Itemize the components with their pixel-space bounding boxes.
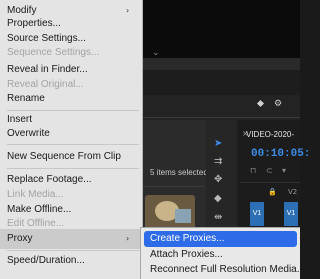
- track-toggle-v1[interactable]: V1: [284, 202, 298, 226]
- track-target-v1[interactable]: V1: [250, 202, 264, 226]
- snap-icon[interactable]: ⊓: [250, 166, 256, 175]
- menu-item-attach-proxies[interactable]: Attach Proxies...: [150, 247, 223, 263]
- menu-item-overwrite[interactable]: Overwrite: [7, 127, 50, 141]
- selection-count: 5 items selected: [150, 168, 208, 177]
- menu-item-link-media: Link Media...: [7, 189, 64, 200]
- chevron-right-icon: ›: [126, 6, 130, 15]
- clip-context-menu: Modify › Properties... Source Settings..…: [0, 0, 143, 279]
- menu-separator: [7, 110, 139, 111]
- menu-separator: [7, 250, 139, 251]
- monitor-toolbar: [140, 58, 300, 70]
- menu-item-new-sequence-from-clip[interactable]: New Sequence From Clip: [7, 150, 121, 164]
- sequence-tab[interactable]: VIDEO-2020-: [246, 130, 294, 139]
- menu-item-properties[interactable]: Properties...: [7, 17, 61, 31]
- menu-separator: [7, 168, 139, 169]
- menu-item-speed-duration[interactable]: Speed/Duration...: [7, 254, 85, 268]
- add-marker-icon[interactable]: ▾: [282, 166, 286, 175]
- menu-item-modify[interactable]: Modify: [7, 4, 36, 18]
- proxy-submenu: Create Proxies... Attach Proxies... Reco…: [140, 227, 305, 279]
- program-monitor[interactable]: [140, 0, 300, 58]
- menu-item-reveal-in-finder[interactable]: Reveal in Finder...: [7, 63, 88, 77]
- chevron-down-icon[interactable]: ⌄: [152, 48, 160, 58]
- ripple-edit-icon[interactable]: ✥: [214, 174, 222, 185]
- menu-item-edit-offline: Edit Offline...: [7, 218, 65, 229]
- track-label[interactable]: V2: [288, 188, 297, 196]
- menu-item-proxy[interactable]: Proxy: [7, 232, 33, 246]
- menu-item-insert[interactable]: Insert: [7, 113, 32, 127]
- menu-item-reconnect-full-resolution-media[interactable]: Reconnect Full Resolution Media...: [150, 262, 305, 278]
- track-divider: [240, 182, 300, 183]
- menu-item-reveal-original: Reveal Original...: [7, 79, 84, 90]
- menu-item-replace-footage[interactable]: Replace Footage...: [7, 173, 92, 187]
- clip-thumbnail[interactable]: [145, 195, 195, 229]
- menu-item-source-settings[interactable]: Source Settings...: [7, 32, 86, 46]
- menu-separator: [7, 144, 139, 145]
- settings-icon[interactable]: ⚙: [274, 99, 282, 109]
- linked-selection-icon[interactable]: ⊂: [266, 166, 273, 175]
- lock-icon[interactable]: 🔒: [268, 188, 277, 196]
- panel-divider: [142, 186, 204, 187]
- menu-item-rename[interactable]: Rename: [7, 92, 45, 106]
- menu-item-make-offline[interactable]: Make Offline...: [7, 203, 71, 217]
- selection-tool-icon[interactable]: ➤: [214, 138, 222, 149]
- menu-item-sequence-settings: Sequence Settings...: [7, 47, 100, 58]
- menu-item-create-proxies[interactable]: Create Proxies...: [150, 231, 224, 247]
- timecode-display[interactable]: 00:10:05:: [251, 148, 310, 160]
- marker-icon[interactable]: [256, 99, 265, 108]
- track-select-icon[interactable]: ⇉: [214, 156, 222, 167]
- monitor-controls: [140, 70, 300, 95]
- panel-divider: [140, 117, 300, 118]
- slip-tool-icon[interactable]: ⇹: [214, 212, 222, 223]
- razor-tool-icon[interactable]: ◆: [214, 193, 222, 204]
- chevron-right-icon: ›: [126, 234, 130, 243]
